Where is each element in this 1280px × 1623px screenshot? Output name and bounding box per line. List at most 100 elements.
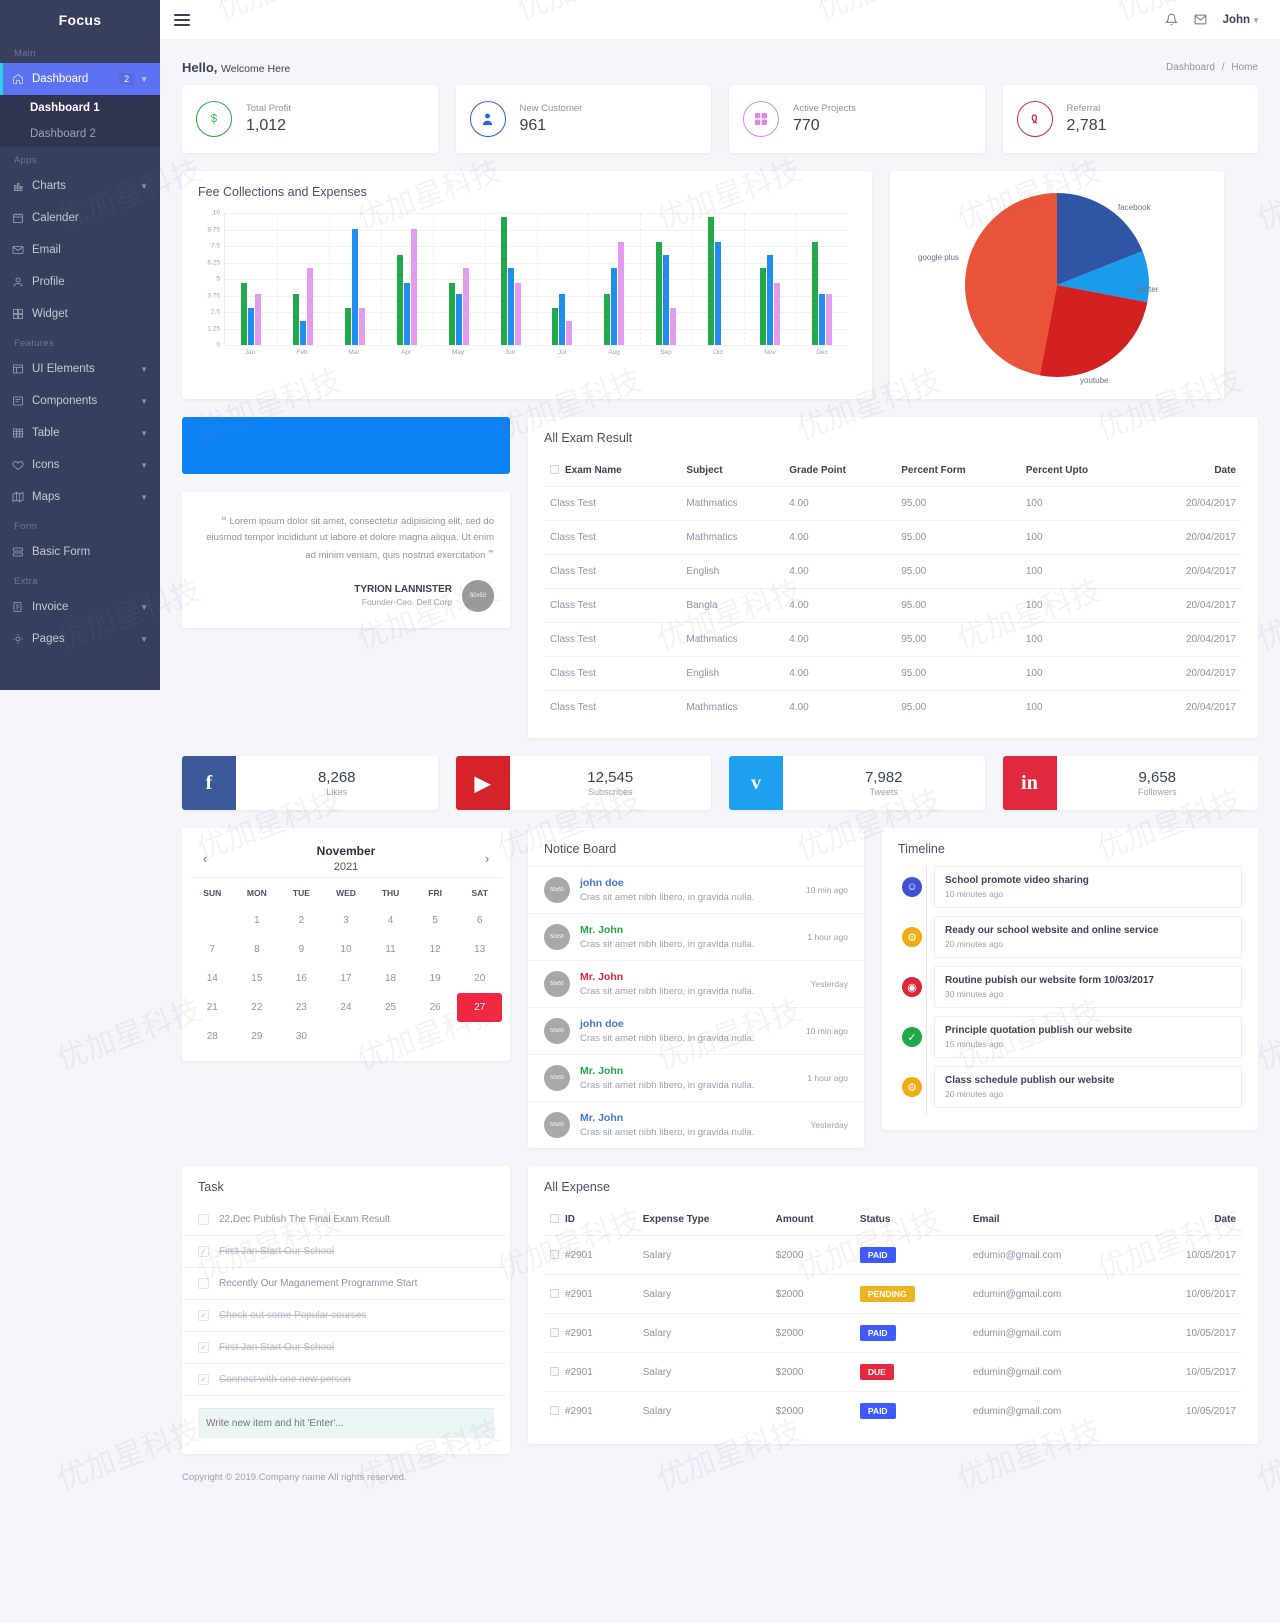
row-checkbox[interactable] (550, 1327, 559, 1337)
calendar-day[interactable]: 23 (279, 993, 324, 1022)
calendar-day[interactable]: 9 (279, 935, 324, 964)
notice-item[interactable]: 50x50 Mr. John Cras sit amet nibh libero, … (528, 960, 864, 1007)
notice-author[interactable]: Mr. John (580, 971, 754, 983)
row-checkbox[interactable] (550, 1249, 559, 1259)
sidebar-subitem-dashboard-1[interactable]: Dashboard 1 (0, 95, 160, 121)
quote-close-icon: ❞ (488, 548, 494, 561)
social-card-youtube[interactable]: ▶ 12,545 Subscribes (455, 756, 711, 810)
task-checkbox[interactable]: ✓ (198, 1246, 209, 1257)
calendar-day[interactable]: 22 (235, 993, 280, 1022)
social-card-twitter[interactable]: ᴠ 7,982 Tweets (729, 756, 985, 810)
envelope-icon[interactable] (1194, 13, 1207, 26)
sidebar-subitem-dashboard-2[interactable]: Dashboard 2 (0, 121, 160, 147)
row-checkbox[interactable] (550, 1405, 559, 1415)
calendar-day[interactable]: 4 (368, 906, 413, 935)
sidebar-item-invoice[interactable]: Invoice ▼ (0, 591, 160, 623)
social-card-facebook[interactable]: f 8,268 Likes (182, 756, 438, 810)
timeline-item-title: Principle quotation publish our website (945, 1025, 1133, 1036)
calendar-day[interactable]: 10 (324, 935, 369, 964)
calendar-day[interactable]: 28 (190, 1022, 235, 1051)
sidebar-item-maps[interactable]: Maps ▼ (0, 481, 160, 513)
sidebar-item-basic-form[interactable]: Basic Form (0, 536, 160, 568)
timeline-item-title: School promote video sharing (945, 875, 1089, 886)
task-item[interactable]: 22,Dec Publish The Final Exam Result (182, 1204, 510, 1236)
breadcrumb-root[interactable]: Dashboard (1166, 62, 1215, 73)
sidebar-item-widget[interactable]: Widget (0, 298, 160, 330)
calendar-day[interactable]: 5 (413, 906, 458, 935)
select-all-checkbox[interactable] (550, 1214, 559, 1223)
calendar-day[interactable]: 6 (457, 906, 502, 935)
calendar-day[interactable]: 18 (368, 964, 413, 993)
calendar-day[interactable]: 29 (235, 1022, 280, 1051)
sidebar-item-profile[interactable]: Profile (0, 266, 160, 298)
notice-author[interactable]: Mr. John (580, 1065, 754, 1077)
pie-slice[interactable] (965, 193, 1057, 376)
sidebar-item-email[interactable]: Email (0, 234, 160, 266)
calendar-day[interactable]: 15 (235, 964, 280, 993)
blue-promo-panel[interactable] (182, 417, 510, 474)
sidebar-item-icons[interactable]: Icons ▼ (0, 449, 160, 481)
chevron-left-icon[interactable]: ‹ (196, 851, 214, 866)
task-item[interactable]: ✓ Check out some Popular courses (182, 1300, 510, 1332)
sidebar-item-ui-elements[interactable]: UI Elements ▼ (0, 353, 160, 385)
task-item[interactable]: Recently Our Maganement Programme Start (182, 1268, 510, 1300)
calendar-day[interactable]: 26 (413, 993, 458, 1022)
notice-author[interactable]: john doe (580, 1018, 754, 1030)
row-checkbox[interactable] (550, 1366, 559, 1376)
notice-item[interactable]: 50x50 john doe Cras sit amet nibh libero, … (528, 866, 864, 913)
notice-author[interactable]: Mr. John (580, 924, 754, 936)
calendar-day[interactable]: 16 (279, 964, 324, 993)
calendar-day[interactable]: 14 (190, 964, 235, 993)
hamburger-icon[interactable] (174, 11, 190, 29)
social-label: Tweets (869, 787, 898, 797)
table-row: Class Test Mathmatics 4.00 95.00 100 20/04/20… (544, 690, 1242, 724)
calendar-day[interactable]: 25 (368, 993, 413, 1022)
social-count: 9,658 (1138, 769, 1177, 786)
calendar-day[interactable]: 21 (190, 993, 235, 1022)
task-item[interactable]: ✓ First Jan Start Our School (182, 1236, 510, 1268)
calendar-day[interactable]: 2 (279, 906, 324, 935)
task-checkbox[interactable] (198, 1214, 209, 1225)
calendar-day[interactable]: 17 (324, 964, 369, 993)
notice-author[interactable]: john doe (580, 877, 754, 889)
sidebar-item-components[interactable]: Components ▼ (0, 385, 160, 417)
task-checkbox[interactable] (198, 1278, 209, 1289)
bar-group (433, 213, 485, 345)
calendar-day[interactable]: 12 (413, 935, 458, 964)
task-checkbox[interactable]: ✓ (198, 1342, 209, 1353)
calendar-dow: TUE (279, 877, 324, 906)
task-checkbox[interactable]: ✓ (198, 1310, 209, 1321)
user-menu[interactable]: John ▼ (1223, 14, 1260, 26)
calendar-day[interactable]: 3 (324, 906, 369, 935)
calendar-day[interactable]: 13 (457, 935, 502, 964)
social-card-linkedin[interactable]: in 9,658 Followers (1002, 756, 1258, 810)
row-checkbox[interactable] (550, 1288, 559, 1298)
notice-item[interactable]: 50x50 Mr. John Cras sit amet nibh libero, … (528, 1101, 864, 1148)
task-checkbox[interactable]: ✓ (198, 1374, 209, 1385)
notice-item[interactable]: 50x50 Mr. John Cras sit amet nibh libero, … (528, 913, 864, 960)
sidebar-item-calender[interactable]: Calender (0, 202, 160, 234)
chevron-right-icon[interactable]: › (478, 851, 496, 866)
task-input[interactable] (198, 1408, 494, 1438)
calendar-day[interactable]: 20 (457, 964, 502, 993)
calendar-day[interactable]: 8 (235, 935, 280, 964)
calendar-day[interactable]: 1 (235, 906, 280, 935)
pie-label-twitter: twitter (1137, 285, 1159, 294)
calendar-day[interactable]: 27 (457, 993, 502, 1022)
task-item[interactable]: ✓ Connect with one new person (182, 1364, 510, 1396)
sidebar-item-table[interactable]: Table ▼ (0, 417, 160, 449)
calendar-day[interactable]: 7 (190, 935, 235, 964)
calendar-day[interactable]: 11 (368, 935, 413, 964)
notice-item[interactable]: 50x50 Mr. John Cras sit amet nibh libero, … (528, 1054, 864, 1101)
calendar-day[interactable]: 19 (413, 964, 458, 993)
notice-author[interactable]: Mr. John (580, 1112, 754, 1124)
calendar-day[interactable]: 24 (324, 993, 369, 1022)
sidebar-item-pages[interactable]: Pages ▼ (0, 623, 160, 655)
notice-item[interactable]: 50x50 john doe Cras sit amet nibh libero, … (528, 1007, 864, 1054)
sidebar-item-dashboard[interactable]: Dashboard 2 ▼ (0, 63, 160, 95)
calendar-day[interactable]: 30 (279, 1022, 324, 1051)
task-item[interactable]: ✓ First Jan Start Our School (182, 1332, 510, 1364)
bell-icon[interactable] (1164, 13, 1178, 26)
sidebar-item-charts[interactable]: Charts ▼ (0, 170, 160, 202)
select-all-checkbox[interactable] (550, 465, 559, 474)
